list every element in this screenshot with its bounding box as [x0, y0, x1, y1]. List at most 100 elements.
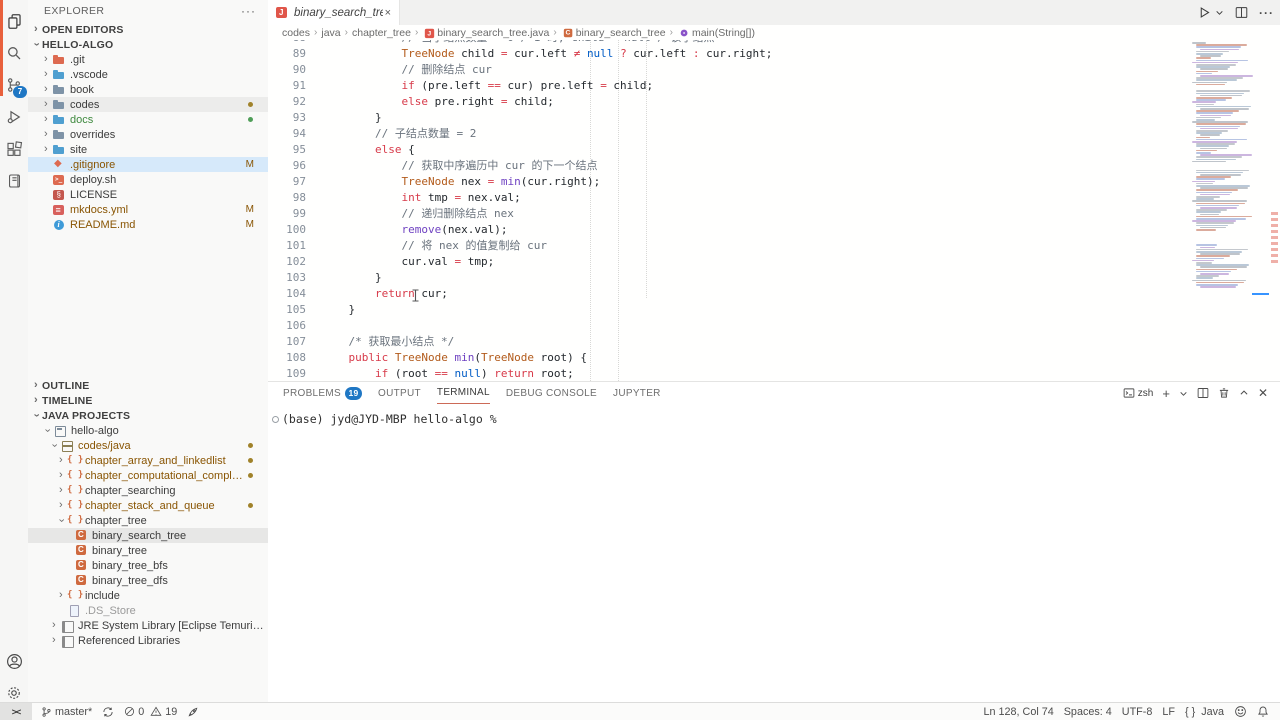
line-number[interactable]: 109 [268, 366, 306, 381]
tab-terminal[interactable]: TERMINAL [437, 382, 490, 404]
breadcrumb-item-main-string[interactable]: main(String[]) [677, 26, 755, 40]
line-number[interactable]: 103 [268, 270, 306, 286]
language-mode-item[interactable]: Java [1196, 703, 1229, 720]
split-terminal-icon[interactable] [1197, 387, 1209, 399]
notifications-bell-item[interactable] [1252, 703, 1274, 720]
chevron-right-icon[interactable] [42, 82, 52, 97]
explorer-item-git[interactable]: .git [28, 52, 268, 67]
explorer-item-readme-md[interactable]: README.mdM [28, 217, 268, 232]
chevron-down-icon[interactable] [57, 513, 67, 528]
breadcrumb-item-codes[interactable]: codes [282, 27, 310, 39]
tab-binary-search-tree[interactable]: binary_search_tree.java × [268, 0, 400, 25]
command-decoration-icon[interactable] [272, 416, 279, 423]
terminal-dropdown-chevron-icon[interactable] [1179, 389, 1188, 398]
line-number[interactable]: 96 [268, 158, 306, 174]
debug-launch-item[interactable] [182, 703, 204, 720]
sync-changes-item[interactable] [97, 703, 119, 720]
chevron-right-icon[interactable] [42, 142, 52, 157]
line-number[interactable]: 104 [268, 286, 306, 302]
explorer-item-overrides[interactable]: overrides [28, 127, 268, 142]
new-terminal-icon[interactable]: + [1162, 386, 1170, 401]
line-number[interactable]: 106 [268, 318, 306, 334]
java-project-item-chapter-stack-and-queue[interactable]: chapter_stack_and_queue [28, 498, 268, 513]
line-number[interactable]: 98 [268, 190, 306, 206]
chevron-right-icon[interactable] [42, 67, 52, 82]
java-project-item-chapter-searching[interactable]: chapter_searching [28, 483, 268, 498]
more-actions-icon[interactable]: ··· [1259, 6, 1274, 20]
run-dropdown-chevron-icon[interactable] [1215, 8, 1224, 17]
chevron-right-icon[interactable] [57, 468, 67, 483]
explorer-item-mkdocs-yml[interactable]: mkdocs.ymlM [28, 202, 268, 217]
section-open-editors[interactable]: OPEN EDITORS [28, 22, 269, 37]
explorer-more-actions-icon[interactable]: ··· [241, 4, 256, 18]
section-java-projects[interactable]: JAVA PROJECTS [28, 408, 269, 423]
java-project-item-chapter-tree[interactable]: chapter_tree [28, 513, 268, 528]
java-project-item-binary-search-tree[interactable]: binary_search_tree [28, 528, 268, 543]
java-project-item-codes-java[interactable]: codes/java [28, 438, 268, 453]
line-number[interactable]: 100 [268, 222, 306, 238]
line-number[interactable]: 102 [268, 254, 306, 270]
line-number[interactable]: 91 [268, 78, 306, 94]
java-project-item-chapter-computational-complexity[interactable]: chapter_computational_complexity [28, 468, 268, 483]
explorer-item-docs[interactable]: docs [28, 112, 268, 127]
chevron-right-icon[interactable] [42, 52, 52, 67]
breadcrumb-item-binary-search-tree[interactable]: binary_search_tree [561, 26, 666, 40]
explorer-item-site[interactable]: site [28, 142, 268, 157]
notebook-icon[interactable] [0, 166, 28, 196]
chevron-right-icon[interactable] [57, 498, 67, 513]
line-number[interactable]: 89 [268, 46, 306, 62]
tab-output[interactable]: OUTPUT [378, 382, 421, 404]
line-number[interactable]: 93 [268, 110, 306, 126]
java-project-item-jre-system-library-eclipse-temurin-17-17[interactable]: JRE System Library [Eclipse Temurin 17 [… [28, 618, 268, 633]
tab-close-icon[interactable]: × [383, 7, 393, 19]
minimap[interactable] [1190, 40, 1268, 381]
cursor-position-item[interactable]: Ln 128, Col 74 [979, 703, 1059, 720]
problems-status-item[interactable]: 0 19 [119, 703, 182, 720]
git-branch-item[interactable]: master* [36, 703, 97, 720]
close-panel-icon[interactable]: ✕ [1258, 386, 1268, 400]
chevron-right-icon[interactable] [42, 112, 52, 127]
explorer-item-codes[interactable]: codes [28, 97, 268, 112]
extensions-icon[interactable] [0, 134, 28, 164]
tab-jupyter[interactable]: JUPYTER [613, 382, 661, 404]
explorer-item-license[interactable]: LICENSE [28, 187, 268, 202]
terminal-content[interactable]: (base) jyd@JYD-MBP hello-algo % [268, 404, 1280, 702]
explorer-item-deploy-sh[interactable]: deploy.sh [28, 172, 268, 187]
chevron-right-icon[interactable] [42, 97, 52, 112]
chevron-right-icon[interactable] [57, 453, 67, 468]
explorer-item-gitignore[interactable]: .gitignoreM [28, 157, 268, 172]
java-project-item-chapter-array-and-linkedlist[interactable]: chapter_array_and_linkedlist [28, 453, 268, 468]
line-number[interactable]: 107 [268, 334, 306, 350]
chevron-down-icon[interactable] [50, 438, 60, 453]
java-project-item-binary-tree-bfs[interactable]: binary_tree_bfs [28, 558, 268, 573]
section-outline[interactable]: OUTLINE [28, 378, 269, 393]
explorer-item-vscode[interactable]: .vscode [28, 67, 268, 82]
explorer-item-book[interactable]: book [28, 82, 268, 97]
java-project-item-referenced-libraries[interactable]: Referenced Libraries [28, 633, 268, 648]
indentation-item[interactable]: Spaces: 4 [1059, 703, 1117, 720]
java-project-item-binary-tree[interactable]: binary_tree [28, 543, 268, 558]
chevron-down-icon[interactable] [43, 423, 53, 438]
line-number[interactable]: 90 [268, 62, 306, 78]
line-number[interactable]: 95 [268, 142, 306, 158]
tab-debug-console[interactable]: DEBUG CONSOLE [506, 382, 597, 404]
kill-terminal-trash-icon[interactable] [1218, 387, 1230, 399]
line-number[interactable]: 94 [268, 126, 306, 142]
java-project-item-ds-store[interactable]: .DS_Store [28, 603, 268, 618]
line-number[interactable]: 105 [268, 302, 306, 318]
breadcrumb-item-java[interactable]: java [321, 27, 340, 39]
maximize-panel-chevron-icon[interactable] [1239, 388, 1249, 398]
encoding-item[interactable]: UTF-8 [1117, 703, 1158, 720]
breadcrumb-item-binary-search-tree-java[interactable]: binary_search_tree.java [422, 26, 549, 40]
line-number[interactable]: 92 [268, 94, 306, 110]
chevron-right-icon[interactable] [50, 633, 60, 648]
shell-selector[interactable]: zsh [1123, 387, 1154, 399]
run-java-button[interactable] [1198, 6, 1211, 19]
remote-indicator[interactable]: >< [0, 703, 32, 720]
line-number[interactable]: 108 [268, 350, 306, 366]
chevron-right-icon[interactable] [42, 127, 52, 142]
section-timeline[interactable]: TIMELINE [28, 393, 269, 408]
line-number[interactable]: 97 [268, 174, 306, 190]
split-editor-icon[interactable] [1235, 6, 1248, 19]
feedback-smiley-item[interactable] [1229, 703, 1252, 720]
